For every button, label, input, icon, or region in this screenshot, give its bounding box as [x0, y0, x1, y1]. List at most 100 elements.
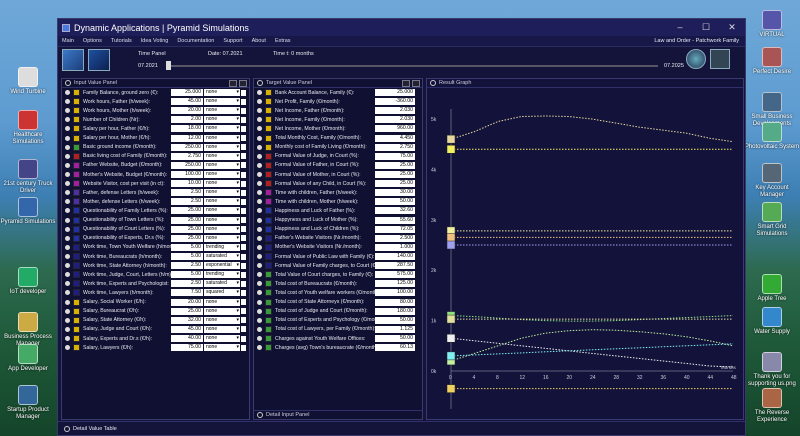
- row-radio[interactable]: [65, 263, 70, 269]
- value-row[interactable]: Father Website, Budget (€/month): 250.00 n…: [62, 161, 249, 170]
- row-radio[interactable]: [257, 172, 262, 178]
- row-radio[interactable]: [257, 235, 262, 241]
- row-radio[interactable]: [65, 244, 70, 250]
- value-row[interactable]: Happiness and Luck of Children (%): 72.05: [254, 225, 422, 234]
- row-mode-select[interactable]: none: [204, 344, 240, 352]
- row-radio[interactable]: [257, 90, 262, 96]
- row-checkbox[interactable]: [241, 135, 246, 142]
- menu-extras[interactable]: Extras: [275, 38, 291, 44]
- row-radio[interactable]: [65, 317, 70, 323]
- series-marker[interactable]: [446, 144, 456, 154]
- row-value-field[interactable]: 25.00: [375, 161, 415, 169]
- desktop-icon[interactable]: 21st century Truck Driver: [0, 159, 56, 195]
- value-row[interactable]: Work time, State Attorney (h/month): 2.50…: [62, 261, 249, 270]
- row-value-field[interactable]: 30.00: [375, 189, 415, 197]
- dynamics-picture-button[interactable]: [88, 49, 110, 71]
- time-slider-thumb[interactable]: [166, 61, 171, 70]
- row-mode-select[interactable]: none: [204, 189, 240, 197]
- value-row[interactable]: Basic living cost of Family (€/month): 2.…: [62, 152, 249, 161]
- row-mode-select[interactable]: saturated: [204, 253, 240, 261]
- value-row[interactable]: Work hours, Father (h/week): 45.00 none: [62, 97, 249, 106]
- row-radio[interactable]: [65, 99, 70, 105]
- value-row[interactable]: Mother, defense Letters (h/week): 2.50 non…: [62, 197, 249, 206]
- value-row[interactable]: Salary, Lawyers (€/h): 75.00 none: [62, 343, 249, 352]
- value-row[interactable]: Formal Value of Father, in Court (%): 25.…: [254, 161, 422, 170]
- row-mode-select[interactable]: trending: [204, 243, 240, 251]
- desktop-icon[interactable]: Healthcare Simulations: [0, 110, 56, 146]
- value-row[interactable]: Formal Value of Public Law with Family (…: [254, 252, 422, 261]
- value-row[interactable]: Salary, State Attorney (€/h): 32.00 none: [62, 316, 249, 325]
- row-mode-select[interactable]: none: [204, 198, 240, 206]
- row-value-field[interactable]: 45.00: [171, 325, 203, 333]
- row-value-field[interactable]: 40.00: [171, 335, 203, 342]
- row-value-field[interactable]: 50.00: [375, 335, 415, 342]
- row-mode-select[interactable]: none: [204, 107, 240, 115]
- row-radio[interactable]: [65, 172, 70, 178]
- row-mode-select[interactable]: squared: [204, 289, 240, 297]
- grid-view-icon[interactable]: [710, 49, 730, 69]
- row-checkbox[interactable]: [241, 189, 246, 196]
- value-row[interactable]: Work time, Lawyers (h/month): 7.50 squared: [62, 288, 249, 297]
- row-checkbox[interactable]: [241, 107, 246, 114]
- row-mode-select[interactable]: none: [204, 89, 240, 97]
- row-value-field[interactable]: 180.00: [375, 307, 415, 315]
- row-value-field[interactable]: 125.00: [375, 280, 415, 288]
- row-value-field[interactable]: 2.00: [171, 116, 203, 124]
- value-row[interactable]: Bank Account Balance, Family (€): 25.000: [254, 88, 422, 97]
- row-radio[interactable]: [257, 254, 262, 260]
- series-marker[interactable]: [446, 240, 456, 250]
- row-radio[interactable]: [65, 235, 70, 241]
- desktop-icon[interactable]: Thank you for supporting us.png: [744, 352, 800, 388]
- value-row[interactable]: Total cost of Youth welfare workers (€/m…: [254, 288, 422, 297]
- row-value-field[interactable]: 75.00: [375, 152, 415, 160]
- row-radio[interactable]: [65, 117, 70, 123]
- row-checkbox[interactable]: [241, 326, 246, 333]
- value-row[interactable]: Work hours, Mother (h/week): 20.00 none: [62, 106, 249, 115]
- row-checkbox[interactable]: [241, 344, 246, 351]
- row-value-field[interactable]: 2.030: [375, 116, 415, 124]
- row-checkbox[interactable]: [241, 317, 246, 324]
- row-value-field[interactable]: 50.00: [375, 198, 415, 206]
- value-row[interactable]: Total cost of Bureaucrats (€/month): 125.…: [254, 279, 422, 288]
- row-checkbox[interactable]: [241, 180, 246, 187]
- value-row[interactable]: Salary per hour, Father (€/h): 18.00 none: [62, 124, 249, 133]
- row-value-field[interactable]: 1.000: [375, 243, 415, 251]
- row-value-field[interactable]: 25.00: [171, 216, 203, 224]
- value-row[interactable]: Mother's Website Visitors (Nr./month): 1.…: [254, 243, 422, 252]
- row-checkbox[interactable]: [241, 262, 246, 269]
- row-radio[interactable]: [257, 290, 262, 296]
- value-row[interactable]: Total Value of Court charges, to Family …: [254, 270, 422, 279]
- row-value-field[interactable]: 45.00: [171, 98, 203, 106]
- value-row[interactable]: Work time, Town Youth Welfare (h/month):…: [62, 243, 249, 252]
- row-radio[interactable]: [257, 326, 262, 332]
- row-checkbox[interactable]: [241, 335, 246, 342]
- row-radio[interactable]: [65, 126, 70, 132]
- value-row[interactable]: Questionability of Experts, Dr.s (%): 25.…: [62, 234, 249, 243]
- row-radio[interactable]: [65, 153, 70, 159]
- value-row[interactable]: Happyness and Luck of Mother (%): 55.60: [254, 216, 422, 225]
- row-radio[interactable]: [257, 135, 262, 141]
- maximize-button[interactable]: ☐: [693, 22, 719, 33]
- row-value-field[interactable]: 2.50: [171, 280, 203, 288]
- row-mode-select[interactable]: none: [204, 134, 240, 142]
- row-checkbox[interactable]: [241, 289, 246, 296]
- row-radio[interactable]: [65, 290, 70, 296]
- desktop-icon[interactable]: Water Supply: [744, 307, 800, 336]
- row-radio[interactable]: [257, 199, 262, 205]
- row-value-field[interactable]: 2.030: [375, 107, 415, 115]
- row-value-field[interactable]: 250.00: [171, 161, 203, 169]
- row-checkbox[interactable]: [241, 153, 246, 160]
- row-mode-select[interactable]: none: [204, 316, 240, 324]
- value-row[interactable]: Salary, Experts and Dr.s (€/h): 40.00 none: [62, 334, 249, 343]
- row-checkbox[interactable]: [241, 217, 246, 224]
- window-icon[interactable]: [239, 79, 247, 87]
- value-row[interactable]: Total cost of Experts and Psychology (€/…: [254, 316, 422, 325]
- value-row[interactable]: Net Income, Mother (€/month): 960.00: [254, 124, 422, 133]
- value-row[interactable]: Charges against Youth Welfare Offices: 50…: [254, 334, 422, 343]
- row-value-field[interactable]: 575.00: [375, 271, 415, 279]
- desktop-icon[interactable]: App Developer: [0, 344, 56, 373]
- row-mode-select[interactable]: none: [204, 298, 240, 306]
- value-row[interactable]: Father, defense Letters (h/week): 2.50 non…: [62, 188, 249, 197]
- row-checkbox[interactable]: [241, 308, 246, 315]
- row-radio[interactable]: [257, 263, 262, 269]
